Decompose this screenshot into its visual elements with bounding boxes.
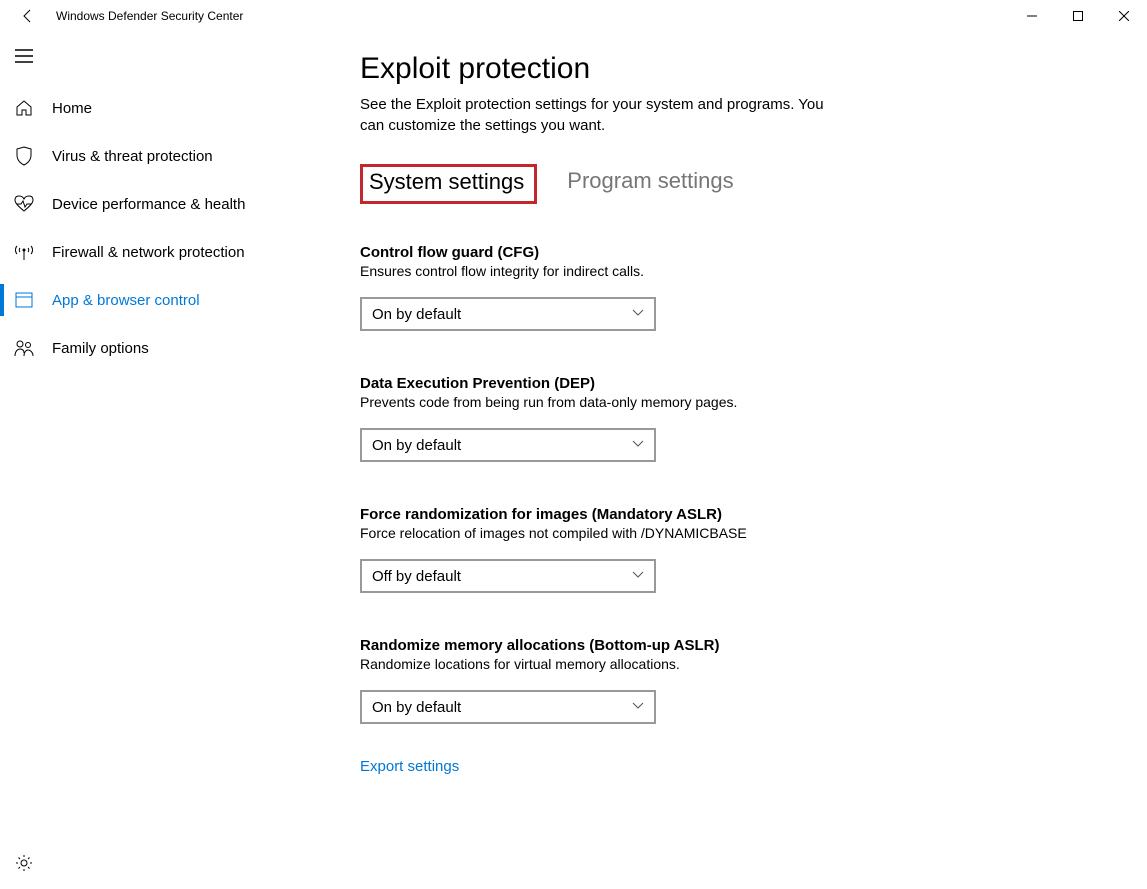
setting-title: Data Execution Prevention (DEP) [360, 375, 1107, 392]
hamburger-menu[interactable] [0, 32, 48, 80]
chevron-down-icon [632, 571, 644, 582]
dropdown-value: On by default [372, 699, 461, 716]
main-content: Exploit protection See the Exploit prote… [320, 32, 1147, 889]
setting-description: Prevents code from being run from data-o… [360, 394, 1107, 410]
setting-title: Randomize memory allocations (Bottom-up … [360, 637, 1107, 654]
sidebar-item-label: Home [52, 100, 92, 117]
sidebar-item-label: Firewall & network protection [52, 244, 245, 261]
heart-icon [14, 194, 34, 214]
dropdown-cfg[interactable]: On by default [360, 297, 656, 331]
browser-icon [14, 290, 34, 310]
tab-bar: System settings Program settings [360, 164, 1107, 204]
sidebar-item-label: Family options [52, 340, 149, 357]
settings-button[interactable] [8, 847, 40, 879]
minimize-button[interactable] [1009, 0, 1055, 32]
tab-program-settings[interactable]: Program settings [561, 164, 739, 204]
sidebar-item-family[interactable]: Family options [0, 324, 320, 372]
sidebar-item-app-browser[interactable]: App & browser control [0, 276, 320, 324]
setting-title: Force randomization for images (Mandator… [360, 506, 1107, 523]
setting-bottomup-aslr: Randomize memory allocations (Bottom-up … [360, 637, 1107, 724]
page-title: Exploit protection [360, 52, 1107, 86]
dropdown-value: On by default [372, 437, 461, 454]
dropdown-bottomup-aslr[interactable]: On by default [360, 690, 656, 724]
chevron-down-icon [632, 309, 644, 320]
setting-dep: Data Execution Prevention (DEP) Prevents… [360, 375, 1107, 462]
shield-icon [14, 146, 34, 166]
setting-cfg: Control flow guard (CFG) Ensures control… [360, 244, 1107, 331]
setting-title: Control flow guard (CFG) [360, 244, 1107, 261]
chevron-down-icon [632, 440, 644, 451]
dropdown-value: On by default [372, 306, 461, 323]
back-button[interactable] [8, 0, 48, 32]
dropdown-mandatory-aslr[interactable]: Off by default [360, 559, 656, 593]
titlebar: Windows Defender Security Center [0, 0, 1147, 32]
sidebar-item-device[interactable]: Device performance & health [0, 180, 320, 228]
setting-description: Ensures control flow integrity for indir… [360, 263, 1107, 279]
window-title: Windows Defender Security Center [56, 9, 243, 23]
sidebar-item-label: App & browser control [52, 292, 200, 309]
antenna-icon [14, 242, 34, 262]
sidebar-item-home[interactable]: Home [0, 84, 320, 132]
tab-system-settings[interactable]: System settings [360, 164, 537, 204]
home-icon [14, 98, 34, 118]
setting-mandatory-aslr: Force randomization for images (Mandator… [360, 506, 1107, 593]
export-settings-link[interactable]: Export settings [360, 758, 1107, 775]
dropdown-value: Off by default [372, 568, 461, 585]
sidebar-item-label: Virus & threat protection [52, 148, 213, 165]
chevron-down-icon [632, 702, 644, 713]
window-controls [1009, 0, 1147, 32]
sidebar-item-label: Device performance & health [52, 196, 245, 213]
close-button[interactable] [1101, 0, 1147, 32]
family-icon [14, 338, 34, 358]
sidebar: Home Virus & threat protection Device pe… [0, 32, 320, 889]
setting-description: Force relocation of images not compiled … [360, 525, 1107, 541]
page-description: See the Exploit protection settings for … [360, 94, 840, 136]
setting-description: Randomize locations for virtual memory a… [360, 656, 1107, 672]
sidebar-item-virus[interactable]: Virus & threat protection [0, 132, 320, 180]
sidebar-item-firewall[interactable]: Firewall & network protection [0, 228, 320, 276]
maximize-button[interactable] [1055, 0, 1101, 32]
gear-icon [15, 854, 33, 872]
dropdown-dep[interactable]: On by default [360, 428, 656, 462]
